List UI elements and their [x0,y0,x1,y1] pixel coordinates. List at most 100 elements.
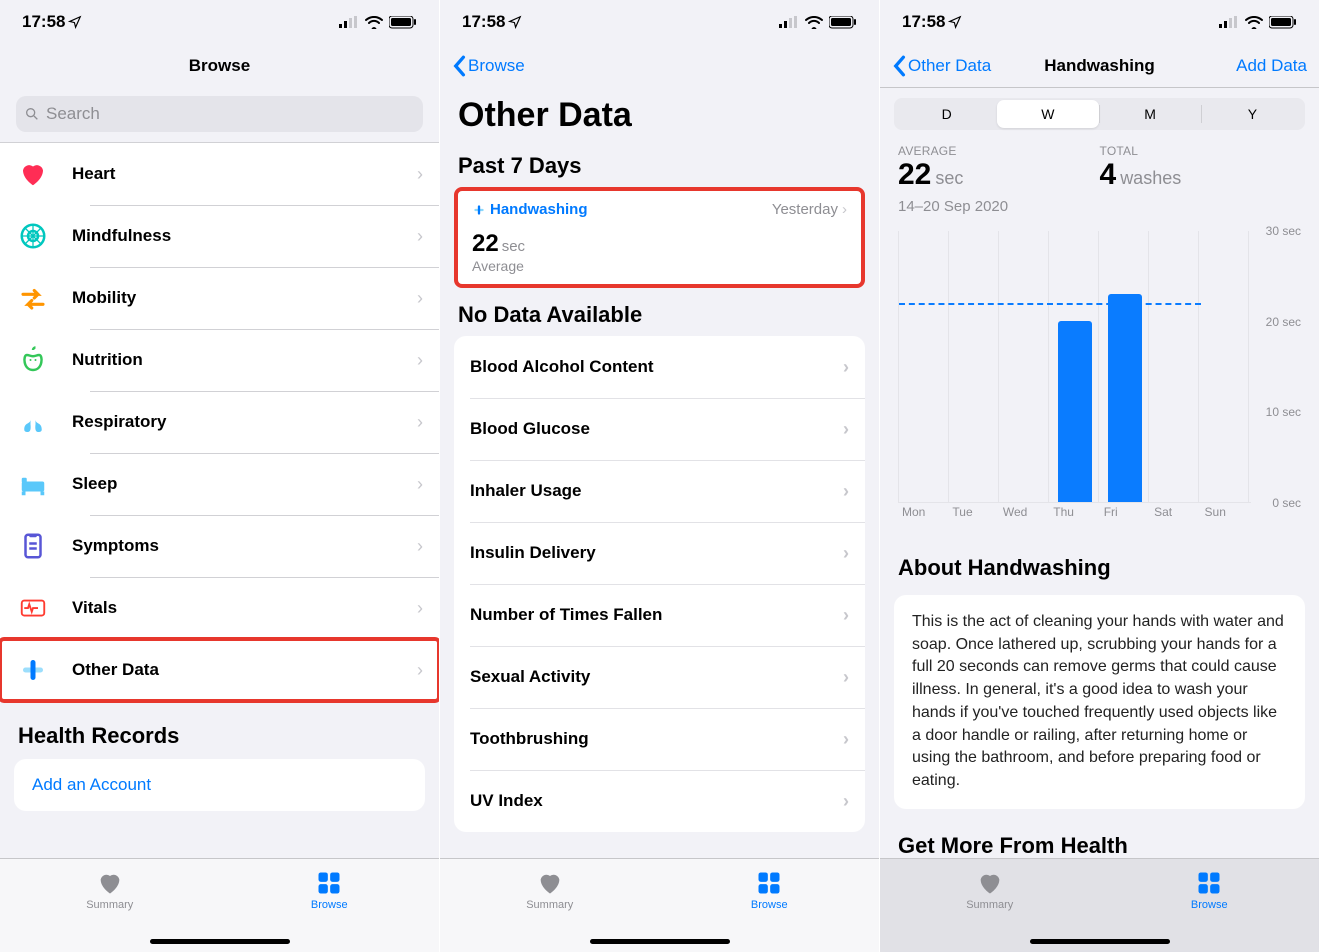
chevron-right-icon: › [417,164,439,185]
back-button[interactable]: Browse [452,55,525,77]
search-input[interactable]: Search [16,96,423,132]
get-more-header: Get More From Health [880,815,1319,858]
other-data-screen: 17:58 Browse Other Data Past 7 Days Hand… [440,0,880,952]
nodata-list: Blood Alcohol Content› Blood Glucose› In… [454,336,865,832]
chevron-right-icon: › [417,536,439,557]
category-other-data[interactable]: Other Data › [0,639,439,701]
tab-bar: Summary Browse [440,858,879,952]
category-symptoms[interactable]: Symptoms › [0,515,439,577]
grid-tab-icon [1194,869,1224,897]
chart-bar[interactable] [1058,321,1092,502]
mindfulness-icon [18,221,72,251]
category-nutrition[interactable]: Nutrition › [0,329,439,391]
handwashing-label: Handwashing [490,201,588,218]
cellular-icon [1219,16,1239,28]
xtick: Sat [1150,505,1200,525]
grid-tab-icon [314,869,344,897]
nodata-header: No Data Available [440,288,879,336]
tab-bar: Summary Browse [880,858,1319,952]
segment-w[interactable]: W [997,100,1098,128]
chevron-right-icon: › [417,412,439,433]
chevron-right-icon: › [842,201,847,218]
nav-bar: Other Data Handwashing Add Data [880,44,1319,88]
ytick: 0 sec [1272,496,1301,510]
health-records-header: Health Records [0,701,439,759]
total-label: TOTAL [1100,144,1302,158]
add-account-button[interactable]: Add an Account [14,759,425,811]
chevron-right-icon: › [843,667,849,688]
location-icon [508,15,522,29]
category-mindfulness[interactable]: Mindfulness › [0,205,439,267]
other-data-icon [18,655,72,685]
item-uv-index[interactable]: UV Index› [454,770,865,832]
wifi-icon [1245,16,1263,29]
about-header: About Handwashing [880,525,1319,589]
chevron-right-icon: › [843,729,849,750]
item-times-fallen[interactable]: Number of Times Fallen› [454,584,865,646]
home-indicator[interactable] [150,939,290,944]
category-heart[interactable]: Heart › [0,143,439,205]
xtick: Fri [1100,505,1150,525]
status-bar: 17:58 [440,0,879,44]
chevron-right-icon: › [843,543,849,564]
item-insulin-delivery[interactable]: Insulin Delivery› [454,522,865,584]
ytick: 10 sec [1266,405,1301,419]
browse-screen: 17:58 Browse Search Heart › Mindfulness [0,0,440,952]
heart-icon [18,159,72,189]
category-sleep[interactable]: Sleep › [0,453,439,515]
category-respiratory[interactable]: Respiratory › [0,391,439,453]
summary-stats: AVERAGE 22sec TOTAL 4washes [880,130,1319,198]
other-data-icon [472,203,486,217]
handwashing-value: 22 [472,230,499,258]
location-icon [948,15,962,29]
grid-tab-icon [754,869,784,897]
add-data-button[interactable]: Add Data [1236,56,1307,76]
cellular-icon [339,16,359,28]
chart-bar[interactable] [1108,294,1142,502]
item-sexual-activity[interactable]: Sexual Activity› [454,646,865,708]
chevron-right-icon: › [843,419,849,440]
home-indicator[interactable] [1030,939,1170,944]
category-mobility[interactable]: Mobility › [0,267,439,329]
nav-bar: Browse [0,44,439,88]
handwashing-sub: Average [472,258,847,274]
item-toothbrushing[interactable]: Toothbrushing› [454,708,865,770]
handwashing-when: Yesterday [772,201,838,218]
xtick: Tue [948,505,998,525]
category-vitals[interactable]: Vitals › [0,577,439,639]
cellular-icon [779,16,799,28]
chevron-right-icon: › [417,350,439,371]
back-button[interactable]: Other Data [892,55,991,77]
chevron-right-icon: › [843,357,849,378]
nutrition-icon [18,345,72,375]
heart-tab-icon [535,869,565,897]
item-blood-alcohol[interactable]: Blood Alcohol Content› [454,336,865,398]
home-indicator[interactable] [590,939,730,944]
mobility-icon [18,283,72,313]
item-inhaler-usage[interactable]: Inhaler Usage› [454,460,865,522]
handwashing-screen: 17:58 Other Data Handwashing Add Data D … [880,0,1320,952]
xtick: Sun [1201,505,1251,525]
location-icon [68,15,82,29]
handwashing-card[interactable]: Handwashing Yesterday› 22sec Average [454,187,865,288]
search-icon [24,106,40,122]
range-segmented-control[interactable]: D W M Y [894,98,1305,130]
segment-m[interactable]: M [1100,100,1201,128]
respiratory-icon [18,407,72,437]
xtick: Mon [898,505,948,525]
average-label: AVERAGE [898,144,1100,158]
chevron-right-icon: › [843,791,849,812]
wifi-icon [365,16,383,29]
status-icons [339,16,417,29]
chevron-right-icon: › [417,474,439,495]
handwashing-chart[interactable]: 30 sec 20 sec 10 sec 0 sec MonTueWedThuF… [898,223,1301,525]
segment-y[interactable]: Y [1202,100,1303,128]
category-list: Heart › Mindfulness › Mobility › Nutriti… [0,142,439,701]
status-bar: 17:58 [0,0,439,44]
date-range: 14–20 Sep 2020 [880,198,1319,223]
chevron-right-icon: › [417,226,439,247]
total-value: 4 [1100,158,1117,192]
segment-d[interactable]: D [896,100,997,128]
item-blood-glucose[interactable]: Blood Glucose› [454,398,865,460]
vitals-icon [18,593,72,623]
